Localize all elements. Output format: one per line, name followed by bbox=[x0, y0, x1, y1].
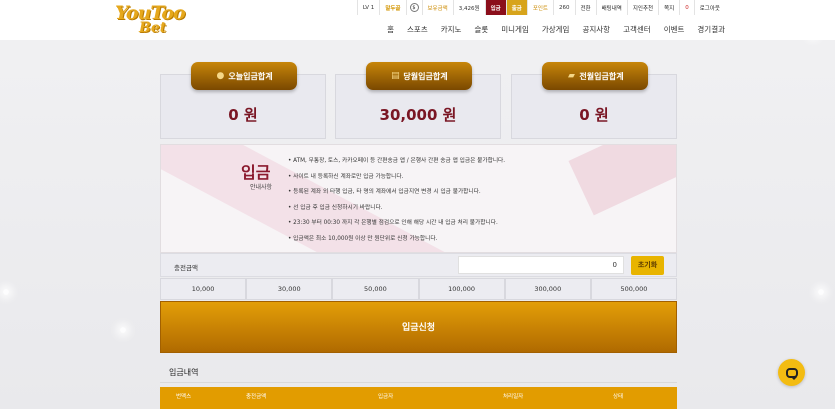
amount-button-50000[interactable]: 50,000 bbox=[332, 278, 419, 300]
quick-amount-buttons: 10,000 30,000 50,000 100,000 300,000 500… bbox=[160, 278, 678, 300]
month-deposit-label: 당월입금합계 bbox=[403, 71, 448, 81]
convert-link[interactable]: 전환 bbox=[574, 0, 596, 15]
withdraw-button[interactable]: 출금 bbox=[505, 0, 527, 15]
main-nav: 홈 스포츠 카지노 슬롯 미니게임 가상게임 공지사항 고객센터 이벤트 경기결… bbox=[374, 24, 725, 35]
deposit-apply-button[interactable]: 입금신청 bbox=[160, 301, 677, 353]
today-deposit-header: ● 오늘입금합계 bbox=[191, 62, 297, 90]
gold-bars-icon: ▰ bbox=[567, 70, 575, 81]
last-month-deposit-label: 전월입금합계 bbox=[579, 71, 624, 81]
messages-link[interactable]: 쪽지 bbox=[658, 0, 679, 15]
history-title: 입금내역 bbox=[169, 368, 199, 377]
nav-customer-center[interactable]: 고객센터 bbox=[623, 24, 651, 35]
nav-casino[interactable]: 카지노 bbox=[441, 24, 462, 35]
nav-minigame[interactable]: 미니게임 bbox=[501, 24, 529, 35]
history-col-number: 번맥스 bbox=[176, 394, 192, 400]
info-note: • 등록된 계좌 외 타행 입금, 타 명의 계좌에서 입금지연 변경 시 입금… bbox=[288, 189, 481, 195]
logout-link[interactable]: 로그아웃 bbox=[693, 0, 725, 15]
amount-button-30000[interactable]: 30,000 bbox=[246, 278, 333, 300]
money-value: 3,426원 bbox=[452, 0, 485, 15]
last-month-deposit-header: ▰ 전월입금합계 bbox=[542, 62, 648, 90]
history-col-amount: 충전금액 bbox=[246, 394, 267, 400]
background-glare bbox=[120, 327, 126, 333]
today-deposit-card: ● 오늘입금합계 0 원 bbox=[160, 62, 326, 139]
amount-button-500000[interactable]: 500,000 bbox=[590, 278, 678, 300]
amount-button-300000[interactable]: 300,000 bbox=[504, 278, 591, 300]
top-header: YouToo Bet LV 1 말두골 $ 보유금액 3,426원 입금 출금 … bbox=[0, 0, 835, 40]
background-glare bbox=[818, 289, 824, 295]
charge-amount-row: 충전금액 0 초기화 bbox=[160, 253, 677, 277]
messages-count: 0 bbox=[679, 0, 694, 15]
month-deposit-card: ▤ 당월입금합계 30,000 원 bbox=[335, 62, 501, 139]
nav-home[interactable]: 홈 bbox=[387, 24, 394, 35]
charge-amount-input[interactable]: 0 bbox=[458, 256, 624, 274]
background-glare bbox=[3, 289, 9, 295]
nav-sports[interactable]: 스포츠 bbox=[407, 24, 428, 35]
history-col-status: 상태 bbox=[613, 394, 624, 400]
deposit-button[interactable]: 입금 bbox=[484, 0, 506, 15]
charge-amount-label: 충전금액 bbox=[174, 264, 198, 272]
chat-bubble-icon bbox=[785, 367, 798, 380]
background-glare bbox=[810, 31, 816, 37]
site-logo[interactable]: YouToo Bet bbox=[115, 2, 186, 36]
today-deposit-amount: 0 원 bbox=[228, 106, 258, 124]
nav-slot[interactable]: 슬롯 bbox=[474, 24, 488, 35]
deposit-info-panel: 입금 안내사항 • ATM, 무통장, 토스, 카카오페이 등 간편송금 앱 /… bbox=[160, 144, 677, 253]
info-note: • ATM, 무통장, 토스, 카카오페이 등 간편송금 앱 / 은행사 간편 … bbox=[288, 158, 506, 164]
cash-stack-icon: ▤ bbox=[391, 70, 400, 81]
reset-button[interactable]: 초기화 bbox=[631, 256, 664, 275]
amount-button-10000[interactable]: 10,000 bbox=[160, 278, 247, 300]
chat-button[interactable] bbox=[778, 359, 805, 386]
info-note: • 선 입금 후 입금 신청하시기 바랍니다. bbox=[288, 204, 383, 211]
info-title: 입금 bbox=[241, 163, 271, 182]
last-month-deposit-card: ▰ 전월입금합계 0 원 bbox=[511, 62, 677, 139]
nav-event[interactable]: 이벤트 bbox=[664, 24, 685, 35]
coin-icon: $ bbox=[405, 0, 422, 15]
info-note: • 사이트 내 등록하신 계좌로만 입금 가능합니다. bbox=[288, 173, 404, 180]
decorative-corner bbox=[568, 145, 676, 216]
user-name[interactable]: 말두골 bbox=[379, 0, 405, 15]
history-col-depositor: 입금자 bbox=[378, 394, 394, 400]
amount-button-100000[interactable]: 100,000 bbox=[418, 278, 505, 300]
info-notes-list: • ATM, 무통장, 토스, 카카오페이 등 간편송금 앱 / 은행사 간편 … bbox=[288, 157, 505, 250]
point-value: 260 bbox=[553, 0, 575, 15]
history-col-date: 처리일자 bbox=[503, 394, 524, 400]
logo-text-sub: Bet bbox=[139, 20, 167, 36]
history-table-header: 번맥스 충전금액 입금자 처리일자 상태 bbox=[160, 387, 677, 409]
money-label: 보유금액 bbox=[421, 0, 453, 15]
nav-notice[interactable]: 공지사항 bbox=[582, 24, 610, 35]
nav-results[interactable]: 경기결과 bbox=[697, 24, 725, 35]
user-level: LV 1 bbox=[356, 0, 379, 15]
info-note: • 23:30 부터 00:30 까지 각 은행별 점검으로 인해 해당 시간 … bbox=[288, 220, 498, 226]
bet-history-link[interactable]: 배팅내역 bbox=[595, 0, 627, 15]
history-divider bbox=[160, 382, 677, 383]
info-subtitle: 안내사항 bbox=[250, 184, 273, 191]
month-deposit-header: ▤ 당월입금합계 bbox=[366, 62, 472, 90]
today-deposit-label: 오늘입금합계 bbox=[228, 71, 273, 81]
last-month-deposit-amount: 0 원 bbox=[579, 106, 609, 124]
user-bar: LV 1 말두골 $ 보유금액 3,426원 입금 출금 포인트 260 전환 … bbox=[356, 0, 725, 15]
month-deposit-amount: 30,000 원 bbox=[379, 106, 457, 124]
point-label: 포인트 bbox=[526, 0, 553, 15]
info-note: • 입금액은 최소 10,000원 이상 만 원단위로 신청 가능합니다. bbox=[288, 235, 438, 242]
money-bag-icon: ● bbox=[216, 70, 225, 81]
nav-virtual-game[interactable]: 가상게임 bbox=[542, 24, 570, 35]
referral-link[interactable]: 지인추천 bbox=[626, 0, 658, 15]
